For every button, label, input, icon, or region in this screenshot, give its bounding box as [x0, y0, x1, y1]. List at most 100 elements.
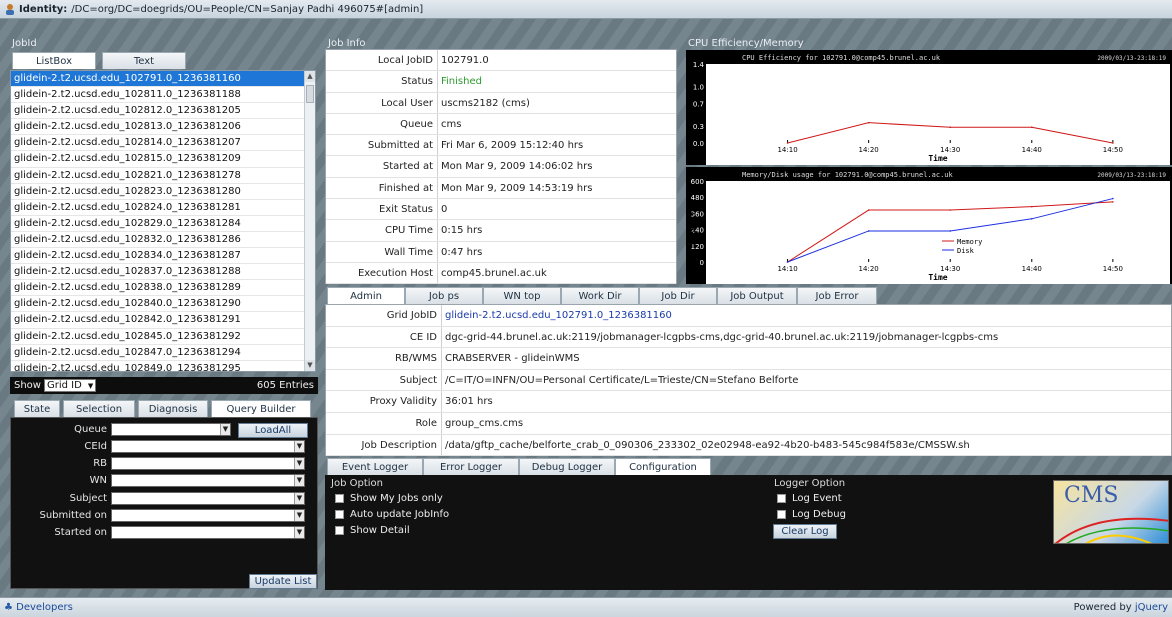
query-select[interactable]: ▼: [111, 439, 305, 453]
tab-work-dir[interactable]: Work Dir: [561, 287, 639, 304]
tab-admin[interactable]: Admin: [327, 287, 405, 304]
jobid-list-item[interactable]: glidein-2.t2.ucsd.edu_102832.0_123638128…: [11, 232, 315, 249]
admin-value: 36:01 hrs: [445, 396, 493, 408]
query-tabs: State Selection Diagnosis Query Builder: [14, 400, 311, 417]
tab-error-logger[interactable]: Error Logger: [423, 458, 519, 475]
jobid-list-item[interactable]: glidein-2.t2.ucsd.edu_102824.0_123638128…: [11, 200, 315, 216]
data-point: [867, 209, 870, 211]
developers-link[interactable]: ♣ Developers: [4, 602, 73, 613]
admin-tabs: Admin Job ps WN top Work Dir Job Dir Job Outp…: [327, 287, 877, 304]
job-info-row: Finished at Mon Mar 9, 2009 14:53:19 hrs: [326, 177, 676, 200]
cpu-panel-title: CPU Efficiency/Memory: [688, 38, 804, 49]
checkbox-icon[interactable]: [335, 493, 344, 503]
listbox-scrollbar[interactable]: ▲ ▼: [304, 71, 315, 371]
scroll-up-icon[interactable]: ▲: [305, 71, 315, 82]
jobid-list-item[interactable]: glidein-2.t2.ucsd.edu_102821.0_123638127…: [11, 168, 315, 184]
jobid-panel-title: JobId: [12, 38, 37, 49]
job-info-value: 0:15 hrs: [441, 225, 483, 237]
identity-bar: Identity: /DC=org/DC=doegrids/OU=People/…: [0, 0, 1172, 19]
data-point: [1112, 197, 1114, 200]
legend-entry: Disk: [957, 247, 975, 255]
query-select[interactable]: ▼: [111, 422, 231, 436]
jobid-list-item[interactable]: glidein-2.t2.ucsd.edu_102847.0_123638129…: [11, 345, 315, 361]
tab-debug-logger[interactable]: Debug Logger: [519, 458, 615, 475]
tab-job-ps[interactable]: Job ps: [405, 287, 483, 304]
jobid-list-item[interactable]: glidein-2.t2.ucsd.edu_102840.0_123638129…: [11, 296, 315, 313]
tab-job-output[interactable]: Job Output: [717, 287, 797, 304]
query-label: Submitted on: [39, 510, 107, 521]
tab-event-logger[interactable]: Event Logger: [327, 458, 423, 475]
jobid-list-item[interactable]: glidein-2.t2.ucsd.edu_102811.0_123638118…: [11, 87, 315, 104]
chevron-down-icon: ▼: [220, 423, 230, 435]
option-checkbox[interactable]: Show My Jobs only: [335, 490, 449, 506]
checkbox-icon[interactable]: [335, 525, 344, 535]
admin-detail-table: Grid JobID glidein-2.t2.ucsd.edu_102791.0…: [325, 304, 1172, 457]
admin-value[interactable]: glidein-2.t2.ucsd.edu_102791.0_123638116…: [442, 305, 672, 326]
job-info-label: Local User: [326, 92, 438, 113]
jobid-list-item[interactable]: glidein-2.t2.ucsd.edu_102814.0_123638120…: [11, 135, 315, 152]
jobid-list-item[interactable]: glidein-2.t2.ucsd.edu_102813.0_123638120…: [11, 119, 315, 136]
chart-timestamp: 2009/03/13-23:18:19: [1097, 55, 1166, 62]
query-row: Started on ▼: [11, 526, 305, 540]
jobid-list-item[interactable]: glidein-2.t2.ucsd.edu_102829.0_123638128…: [11, 216, 315, 232]
clear-log-button[interactable]: Clear Log: [773, 524, 837, 539]
query-select[interactable]: ▼: [111, 526, 305, 540]
admin-row: CE ID dgc-grid-44.brunel.ac.uk:2119/jobma…: [326, 326, 1171, 349]
tab-configuration[interactable]: Configuration: [615, 458, 711, 475]
tab-wn-top[interactable]: WN top: [483, 287, 561, 304]
tab-query-builder[interactable]: Query Builder: [211, 400, 311, 417]
tab-job-error[interactable]: Job Error: [797, 287, 877, 304]
scroll-thumb[interactable]: [306, 85, 314, 103]
tab-text[interactable]: Text: [102, 52, 186, 69]
scroll-down-icon[interactable]: ▼: [305, 360, 315, 371]
tab-state[interactable]: State: [14, 400, 60, 417]
jobid-list-item[interactable]: glidein-2.t2.ucsd.edu_102815.0_123638120…: [11, 151, 315, 168]
tab-selection[interactable]: Selection: [63, 400, 135, 417]
jobid-listbox[interactable]: glidein-2.t2.ucsd.edu_102791.0_123638116…: [10, 70, 316, 372]
jobid-list-item[interactable]: glidein-2.t2.ucsd.edu_102838.0_123638128…: [11, 280, 315, 297]
jobid-list-item[interactable]: glidein-2.t2.ucsd.edu_102812.0_123638120…: [11, 103, 315, 120]
footer: ♣ Developers Powered by jQuery: [0, 597, 1172, 617]
show-field-select[interactable]: Grid ID ▼: [43, 379, 97, 392]
checkbox-icon[interactable]: [777, 493, 786, 503]
tab-listbox[interactable]: ListBox: [12, 52, 96, 69]
query-label: CEId: [84, 440, 107, 452]
query-row: Subject ▼: [11, 491, 305, 505]
option-label: Log Debug: [792, 508, 846, 520]
query-row: WN ▼: [11, 474, 305, 488]
option-checkbox[interactable]: Show Detail: [335, 522, 449, 538]
checkbox-icon[interactable]: [335, 509, 344, 519]
job-info-value: 0: [441, 204, 448, 216]
checkbox-icon[interactable]: [777, 509, 786, 519]
query-select[interactable]: ▼: [111, 457, 305, 471]
jobid-list-item[interactable]: glidein-2.t2.ucsd.edu_102823.0_123638128…: [11, 184, 315, 200]
jobid-list-item[interactable]: glidein-2.t2.ucsd.edu_102845.0_123638129…: [11, 329, 315, 345]
jobid-list-item[interactable]: glidein-2.t2.ucsd.edu_102834.0_123638128…: [11, 248, 315, 265]
query-row: Queue ▼: [11, 422, 231, 436]
job-info-label: Finished at: [326, 177, 438, 199]
query-select[interactable]: ▼: [111, 474, 305, 488]
jobid-list-item[interactable]: glidein-2.t2.ucsd.edu_102849.0_123638129…: [11, 361, 315, 371]
jobid-list-item[interactable]: glidein-2.t2.ucsd.edu_102842.0_123638129…: [11, 312, 315, 329]
option-checkbox[interactable]: Log Event: [777, 490, 846, 506]
option-checkbox[interactable]: Auto update JobInfo: [335, 506, 449, 522]
job-options: Show My Jobs only Auto update JobInfo Show…: [335, 490, 449, 538]
query-select[interactable]: ▼: [111, 491, 305, 505]
admin-row: Job Description/data/gftp_cache/belforte…: [326, 434, 1171, 457]
query-select[interactable]: ▼: [111, 509, 305, 522]
jquery-link[interactable]: jQuery: [1135, 602, 1168, 613]
update-list-button[interactable]: Update List: [249, 574, 317, 589]
admin-label: Role: [326, 412, 442, 434]
jobid-list-item[interactable]: glidein-2.t2.ucsd.edu_102791.0_123638116…: [11, 71, 315, 88]
admin-label: Grid JobID: [326, 305, 442, 326]
tab-diagnosis[interactable]: Diagnosis: [138, 400, 208, 417]
admin-row: Role group_cms.cms: [326, 412, 1171, 435]
load-all-button[interactable]: LoadAll: [238, 423, 308, 438]
tab-job-dir[interactable]: Job Dir: [639, 287, 717, 304]
y-axis-label: Usage (MB): [686, 197, 695, 245]
jobid-list-item[interactable]: glidein-2.t2.ucsd.edu_102837.0_123638128…: [11, 264, 315, 281]
chevron-down-icon: ▼: [294, 527, 304, 539]
option-checkbox[interactable]: Log Debug: [777, 506, 846, 522]
query-row: CEId ▼: [11, 439, 305, 453]
admin-label: Proxy Validity: [326, 391, 442, 412]
